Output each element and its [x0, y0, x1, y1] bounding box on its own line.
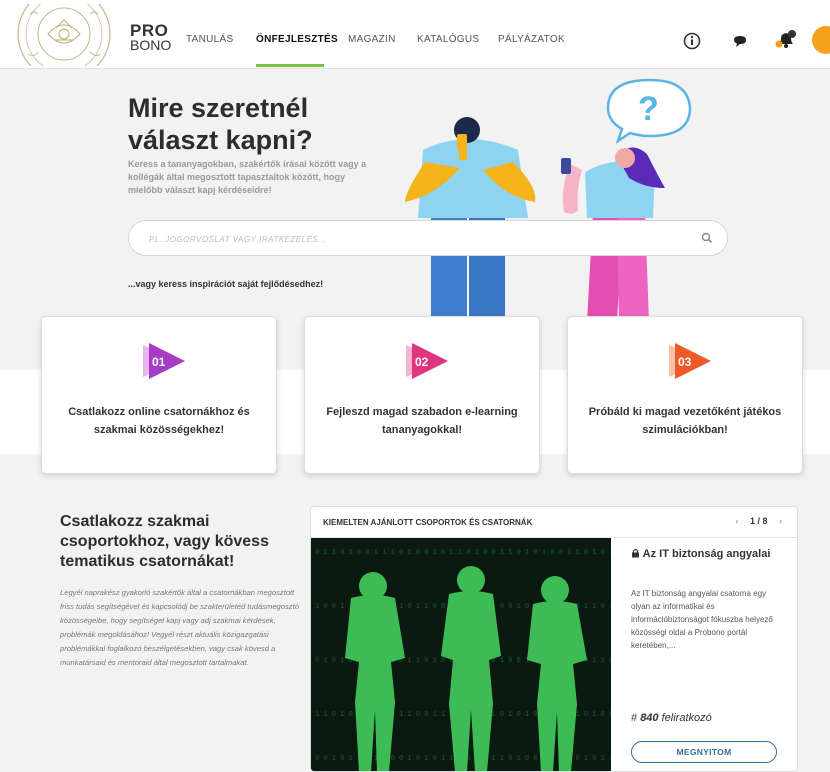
- top-navigation-bar: PRO BONO TANULÁS ÖNFEJLESZTÉS MAGAZIN KA…: [0, 0, 830, 69]
- feature-card-elearning[interactable]: 02 Fejleszd magad szabadon e-learning ta…: [304, 316, 540, 474]
- nav-item-tanulas[interactable]: TANULÁS: [186, 34, 233, 45]
- search-icon[interactable]: [701, 232, 713, 244]
- bell-icon[interactable]: [775, 28, 797, 50]
- carousel-pager: ‹ 1 / 8 ›: [730, 516, 787, 526]
- nav-item-palyazatok[interactable]: PÁLYÁZATOK: [498, 34, 565, 45]
- prev-arrow-icon[interactable]: ‹: [730, 516, 743, 526]
- channel-name-text: Az IT biztonság angyalai: [642, 548, 771, 560]
- page-indicator: 1 / 8: [749, 516, 768, 526]
- inspiration-text: ...vagy keress inspirációt saját fejlődé…: [128, 279, 324, 289]
- avatar[interactable]: [812, 26, 830, 54]
- number-badge-01: 01: [143, 343, 185, 379]
- chat-icon[interactable]: [733, 35, 747, 48]
- subscriber-hash: #: [631, 712, 638, 724]
- next-arrow-icon[interactable]: ›: [774, 516, 787, 526]
- featured-channels-panel: KIEMELTEN AJÁNLOTT CSOPORTOK ÉS CSATORNÁ…: [310, 506, 798, 772]
- search-input[interactable]: [147, 230, 691, 248]
- subscriber-label: feliratkozó: [661, 712, 712, 724]
- channel-name[interactable]: Az IT biztonság angyalai: [631, 547, 781, 561]
- brand-line-2: BONO: [130, 37, 172, 53]
- lock-icon: [632, 548, 639, 558]
- section-title: Csatlakozz szakmai csoportokhoz, vagy kö…: [60, 513, 269, 570]
- svg-text:?: ?: [638, 90, 659, 128]
- number-badge-03: 03: [669, 343, 711, 379]
- active-nav-indicator: [256, 64, 324, 67]
- probono-logo[interactable]: PRO BONO: [130, 21, 172, 53]
- panel-title: KIEMELTEN AJÁNLOTT CSOPORTOK ÉS CSATORNÁ…: [323, 518, 533, 527]
- card-text: Próbáld ki magad vezetőként játékos szim…: [588, 406, 782, 436]
- nav-item-katalogus[interactable]: KATALÓGUS: [417, 34, 479, 45]
- hero-title: Mire szeretnél választ kapni?: [128, 93, 313, 155]
- badge-number: 03: [678, 355, 692, 369]
- number-badge-02: 02: [406, 343, 448, 379]
- nav-item-magazin[interactable]: MAGAZIN: [348, 34, 396, 45]
- info-icon[interactable]: [683, 32, 701, 50]
- university-seal-logo[interactable]: [8, 4, 120, 66]
- people-illustration: ?: [405, 78, 692, 322]
- brand-line-1: PRO: [130, 21, 169, 40]
- feature-card-simulations[interactable]: 03 Próbáld ki magad vezetőként játékos s…: [567, 316, 803, 474]
- card-text: Csatlakozz online csatornákhoz és szakma…: [68, 406, 250, 436]
- panel-header: KIEMELTEN AJÁNLOTT CSOPORTOK ÉS CSATORNÁ…: [311, 507, 797, 538]
- feature-card-channels[interactable]: 01 Csatlakozz online csatornákhoz és sza…: [41, 316, 277, 474]
- open-channel-button[interactable]: MEGNYITOM: [631, 741, 777, 763]
- card-text: Fejleszd magad szabadon e-learning tanan…: [326, 406, 518, 436]
- search-bar[interactable]: [128, 220, 728, 256]
- channel-cover-image[interactable]: 0 1 1 0 1 0 0 1 1 1 0 1 0 0 1 0 1 1 0 1 …: [311, 538, 611, 771]
- nav-item-onfejlesztes[interactable]: ÖNFEJLESZTÉS: [256, 34, 338, 45]
- subscriber-count: # 840 feliratkozó: [631, 712, 712, 724]
- channel-description: Az IT biztonság angyalai csatorna egy ol…: [631, 589, 773, 650]
- subscriber-number: 840: [640, 712, 659, 724]
- badge-number: 02: [415, 355, 429, 369]
- hero-subtitle: Keress a tananyagokban, szakértők írásai…: [128, 159, 367, 195]
- section-description: Legyél naprakész gyakorló szakértők álta…: [60, 588, 299, 667]
- svg-text:0 1 1 0 1 0 0 1 1 1 0 1 0 0 1: 0 1 1 0 1 0 0 1 1 1 0 1 0 0 1 0 1 1 0 1 …: [315, 549, 611, 557]
- badge-number: 01: [152, 355, 166, 369]
